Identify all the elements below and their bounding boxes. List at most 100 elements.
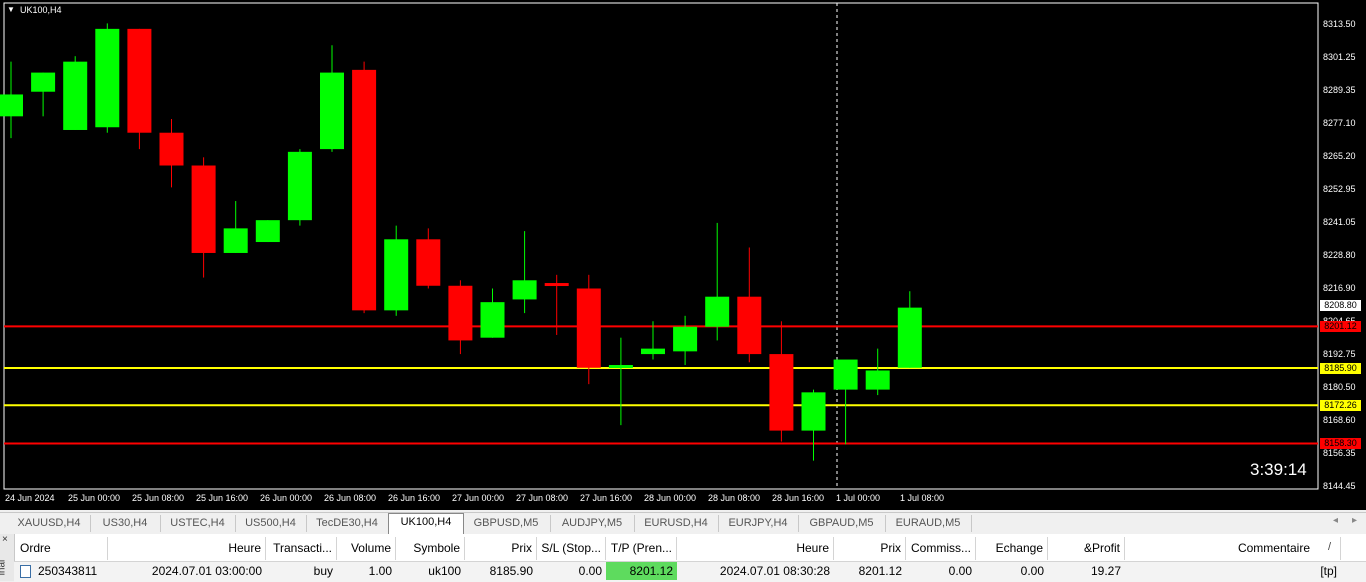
- chart-tab[interactable]: US30,H4: [90, 515, 161, 532]
- column-header[interactable]: Ordre: [16, 537, 108, 560]
- column-header[interactable]: Heure: [677, 537, 834, 560]
- chart-tab[interactable]: EURJPY,H4: [718, 515, 799, 532]
- time-tick-label: 1 Jul 00:00: [836, 493, 881, 503]
- terminal-side-label: inal: [0, 559, 8, 576]
- column-header[interactable]: T/P (Pren...: [606, 537, 677, 560]
- price-tick-label: 8252.95: [1323, 184, 1356, 194]
- cell-stop-loss: 0.00: [578, 564, 602, 578]
- column-header[interactable]: Prix: [465, 537, 537, 560]
- price-tick-label: 8241.05: [1323, 217, 1356, 227]
- chart-tab[interactable]: USTEC,H4: [160, 515, 236, 532]
- price-level-tag: 8172.26: [1320, 400, 1361, 412]
- chart-tab[interactable]: XAUUSD,H4: [8, 515, 91, 532]
- cell-symbol: uk100: [428, 564, 461, 578]
- price-level-tag: 8201.12: [1320, 321, 1361, 333]
- candle-body-22: [705, 296, 730, 327]
- time-tick-label: 25 Jun 00:00: [68, 493, 121, 503]
- time-tick-label: 27 Jun 00:00: [452, 493, 505, 503]
- sort-marker: /: [1328, 541, 1332, 553]
- chart-tab[interactable]: GBPAUD,M5: [798, 515, 886, 532]
- price-tick-label: 8277.10: [1323, 118, 1356, 128]
- terminal-close-icon[interactable]: ×: [2, 534, 8, 545]
- column-header[interactable]: Volume: [337, 537, 396, 560]
- column-header[interactable]: Heure: [108, 537, 266, 560]
- column-header[interactable]: Commiss...: [906, 537, 976, 560]
- time-tick-label: 24 Jun 2024: [5, 493, 55, 503]
- cell-take-profit: 8201.12: [606, 562, 677, 580]
- column-header[interactable]: S/L (Stop...: [537, 537, 606, 560]
- candle-body-26: [833, 359, 858, 390]
- column-header[interactable]: Echange: [976, 537, 1048, 560]
- chart-tab[interactable]: UK100,H4: [388, 513, 464, 534]
- price-tick-label: 8156.35: [1323, 448, 1356, 458]
- time-tick-label: 26 Jun 08:00: [324, 493, 377, 503]
- time-tick-label: 25 Jun 16:00: [196, 493, 249, 503]
- cell-close-price: 8201.12: [858, 564, 902, 578]
- time-tick-label: 28 Jun 16:00: [772, 493, 825, 503]
- column-header[interactable]: Symbole: [396, 537, 465, 560]
- time-tick-label: 25 Jun 08:00: [132, 493, 185, 503]
- price-tick-label: 8192.75: [1323, 349, 1356, 359]
- candle-body-14: [448, 285, 473, 341]
- chart-tab[interactable]: US500,H4: [235, 515, 307, 532]
- cell-comment: [tp]: [1320, 564, 1337, 578]
- chart-area[interactable]: ▼ UK100,H4 8313.50 8301.25 8289.35 8277.10 8…: [0, 0, 1366, 510]
- candle-body-17: [544, 283, 569, 287]
- cell-close-time: 2024.07.01 08:30:28: [719, 564, 830, 578]
- price-tick-label: 8168.60: [1323, 415, 1356, 425]
- candle-body-18: [576, 288, 601, 368]
- candle-body-27: [865, 370, 890, 390]
- price-tick-label: 8313.50: [1323, 19, 1356, 29]
- price-level-tag: 8208.80: [1320, 300, 1361, 312]
- candle-body-28: [897, 307, 922, 368]
- tab-scroll-left-icon[interactable]: ◂: [1333, 515, 1338, 526]
- price-tick-label: 8289.35: [1323, 85, 1356, 95]
- chart-menu-arrow-icon[interactable]: ▼: [7, 5, 15, 14]
- chart-tab[interactable]: EURUSD,H4: [634, 515, 719, 532]
- candle-body-19: [608, 365, 633, 369]
- chart-tab-bar: XAUUSD,H4 US30,H4 USTEC,H4 US500,H4 TecDE30,…: [0, 512, 1366, 534]
- candle-body-2: [63, 61, 88, 130]
- candle-body-13: [416, 239, 441, 286]
- price-tick-label: 8180.50: [1323, 382, 1356, 392]
- price-tick-label: 8265.20: [1323, 151, 1356, 161]
- price-tick-label: 8144.45: [1323, 481, 1356, 491]
- time-tick-label: 27 Jun 16:00: [580, 493, 633, 503]
- cell-open-time: 2024.07.01 03:00:00: [151, 564, 262, 578]
- chart-tab[interactable]: GBPUSD,M5: [462, 515, 551, 532]
- candle-body-7: [223, 228, 248, 253]
- tab-scroll-right-icon[interactable]: ▸: [1352, 515, 1357, 526]
- cell-swap: 0.00: [1020, 564, 1044, 578]
- time-tick-label: 27 Jun 08:00: [516, 493, 569, 503]
- candle-body-3: [95, 28, 120, 128]
- order-document-icon: [20, 565, 31, 578]
- price-tick-label: 8216.90: [1323, 283, 1356, 293]
- time-tick-label: 1 Jul 08:00: [900, 493, 945, 503]
- chart-tab[interactable]: EURAUD,M5: [885, 515, 972, 532]
- candle-body-10: [320, 72, 344, 150]
- column-header[interactable]: Commentaire: [1125, 537, 1341, 560]
- candle-body-5: [159, 132, 184, 166]
- candle-body-1: [31, 72, 56, 92]
- column-header[interactable]: Prix: [834, 537, 906, 560]
- candle-body-25: [801, 392, 826, 431]
- price-level-tag: 8158.30: [1320, 438, 1361, 450]
- chart-tab[interactable]: TecDE30,H4: [306, 515, 389, 532]
- candle-body-20: [641, 348, 665, 355]
- column-header[interactable]: Transacti...: [266, 537, 337, 560]
- candle-body-15: [480, 302, 505, 338]
- price-tick-label: 8228.80: [1323, 250, 1356, 260]
- cell-type: buy: [313, 564, 333, 578]
- candle-body-0: [0, 94, 23, 117]
- chart-symbol-title: UK100,H4: [20, 5, 62, 15]
- price-level-tag: 8185.90: [1320, 363, 1361, 375]
- column-header[interactable]: &Profit: [1048, 537, 1125, 560]
- candle-body-21: [673, 326, 698, 352]
- candlestick-chart[interactable]: [0, 0, 1366, 510]
- time-tick-label: 26 Jun 00:00: [260, 493, 313, 503]
- bar-countdown: 3:39:14: [1250, 460, 1307, 479]
- candle-body-8: [255, 220, 280, 243]
- candle-body-24: [769, 354, 794, 431]
- time-tick-label: 28 Jun 08:00: [708, 493, 761, 503]
- chart-tab[interactable]: AUDJPY,M5: [550, 515, 635, 532]
